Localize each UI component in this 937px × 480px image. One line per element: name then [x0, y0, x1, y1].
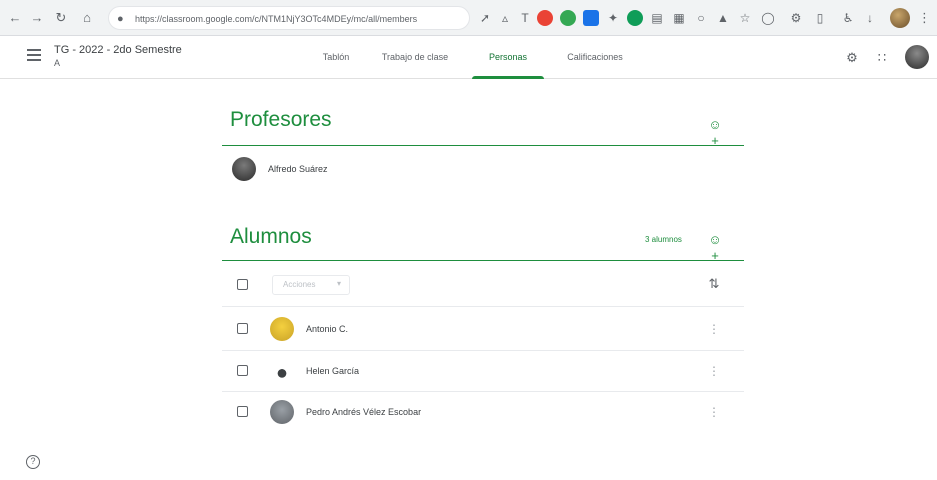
blue-extension-icon[interactable]	[583, 10, 599, 26]
translate-icon[interactable]: ▵	[497, 10, 513, 26]
avatar	[270, 359, 294, 383]
select-all-checkbox[interactable]	[237, 279, 248, 290]
lock-icon: ●	[117, 13, 124, 25]
class-title[interactable]: TG - 2022 - 2do Semestre	[54, 44, 182, 56]
student-row[interactable]: Pedro Andrés Vélez Escobar ⋮	[222, 391, 744, 433]
accessibility-icon[interactable]: ♿	[840, 10, 856, 26]
more-options-icon[interactable]: ⋮	[708, 404, 720, 420]
tab-classwork-label: Trabajo de clase	[381, 52, 449, 62]
student-name: Helen García	[306, 366, 360, 376]
active-tab-indicator	[472, 76, 544, 79]
teachers-heading: Profesores	[230, 108, 332, 131]
sort-icon[interactable]: ⇅	[706, 276, 722, 292]
tab-people[interactable]: Personas	[472, 37, 544, 79]
tab-stream-label: Tablón	[322, 52, 350, 62]
student-row[interactable]: Antonio C. ⋮	[222, 308, 744, 350]
apps-grid-icon[interactable]: ∷	[874, 50, 890, 66]
share-icon[interactable]: ➚	[477, 10, 493, 26]
forward-icon[interactable]: →	[28, 9, 46, 27]
puzzle-extension-icon[interactable]: ✦	[605, 10, 621, 26]
tab-search-icon[interactable]: ◯	[760, 10, 776, 26]
teacher-name: Alfredo Suárez	[268, 164, 328, 174]
download-icon[interactable]: ↓	[862, 10, 878, 26]
back-icon[interactable]: ←	[6, 9, 24, 27]
browser-profile-avatar[interactable]	[890, 8, 910, 28]
avatar	[232, 157, 256, 181]
chevron-down-icon: ▾	[336, 279, 341, 288]
tab-grades[interactable]: Calificaciones	[556, 37, 634, 79]
student-checkbox[interactable]	[237, 365, 248, 376]
tab-classwork[interactable]: Trabajo de clase	[372, 37, 458, 79]
tab-people-label: Personas	[488, 52, 528, 62]
student-count: 3 alumnos	[645, 235, 682, 244]
text-extension-icon[interactable]: T	[517, 10, 533, 26]
home-icon[interactable]: ⌂	[78, 9, 96, 27]
actions-dropdown[interactable]: Acciones ▾	[272, 275, 350, 295]
teachers-divider	[222, 145, 744, 146]
reload-icon[interactable]: ↻	[52, 9, 70, 27]
browser-toolbar: ← → ↻ ⌂ ● https://classroom.google.com/c…	[0, 0, 937, 36]
address-bar[interactable]: ● https://classroom.google.com/c/NTM1NjY…	[108, 6, 470, 30]
tab-stream[interactable]: Tablón	[312, 37, 360, 79]
meet-extension-icon[interactable]	[627, 10, 643, 26]
star-icon[interactable]: ☆	[737, 10, 753, 26]
student-name: Pedro Andrés Vélez Escobar	[306, 407, 422, 417]
invite-student-icon[interactable]: ☺+	[706, 232, 724, 263]
avatar	[270, 317, 294, 341]
student-checkbox[interactable]	[237, 323, 248, 334]
extensions-icon[interactable]: ⚙	[788, 10, 804, 26]
grid-extension-icon[interactable]: ▦	[671, 10, 687, 26]
help-icon[interactable]: ?	[26, 455, 40, 469]
tab-grades-label: Calificaciones	[567, 52, 623, 62]
sidebar-icon[interactable]: ▯	[812, 10, 828, 26]
list-divider	[222, 306, 744, 307]
student-checkbox[interactable]	[237, 406, 248, 417]
students-heading: Alumnos	[230, 225, 312, 248]
record-extension-icon[interactable]	[537, 10, 553, 26]
students-divider	[222, 260, 744, 261]
green-extension-icon[interactable]	[560, 10, 576, 26]
classroom-header: TG - 2022 - 2do Semestre A Tablón Trabaj…	[0, 37, 937, 79]
actions-label: Acciones	[283, 280, 316, 289]
student-name: Antonio C.	[306, 324, 349, 334]
more-options-icon[interactable]: ⋮	[708, 363, 720, 379]
folder-extension-icon[interactable]: ▤	[649, 10, 665, 26]
more-options-icon[interactable]: ⋮	[708, 321, 720, 337]
lock-extension-icon[interactable]: ▲	[715, 10, 731, 26]
shield-extension-icon[interactable]: ○	[693, 10, 709, 26]
class-section: A	[54, 58, 61, 68]
avatar	[270, 400, 294, 424]
settings-icon[interactable]: ⚙	[844, 50, 860, 66]
student-row[interactable]: Helen García ⋮	[222, 350, 744, 392]
teacher-row[interactable]: Alfredo Suárez	[222, 148, 744, 190]
account-avatar[interactable]	[905, 45, 929, 69]
invite-teacher-icon[interactable]: ☺+	[706, 117, 724, 148]
hamburger-menu-icon[interactable]	[27, 49, 41, 61]
url-text: https://classroom.google.com/c/NTM1NjY3O…	[135, 14, 418, 24]
browser-menu-icon[interactable]: ⋮	[918, 9, 931, 27]
